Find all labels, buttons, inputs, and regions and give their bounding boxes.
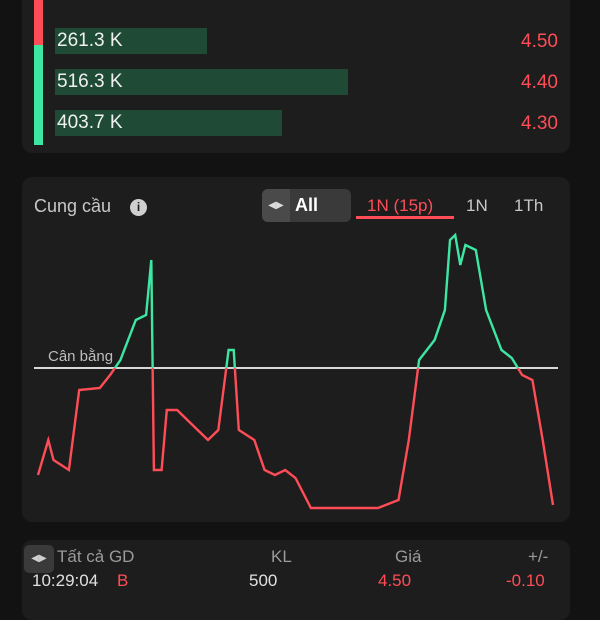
- trade-time: 10:29:04: [32, 571, 99, 590]
- scroll-arrows-icon[interactable]: ◀▶: [24, 545, 54, 573]
- series-group: [36, 232, 555, 510]
- header-all-trades[interactable]: Tất cả GD: [57, 547, 134, 567]
- supply-line: [36, 368, 555, 510]
- trade-price: 4.50: [378, 571, 412, 590]
- supply-demand-chart: Cân bằng: [34, 232, 558, 510]
- header-kl: KL: [271, 547, 292, 566]
- demand-line: [113, 232, 520, 368]
- header-change: +/-: [528, 547, 549, 566]
- trade-side: B: [117, 571, 129, 590]
- trade-change: -0.10: [506, 571, 545, 590]
- balance-label: Cân bằng: [48, 348, 113, 365]
- header-price: Giá: [395, 547, 422, 566]
- trade-kl: 500: [249, 571, 278, 590]
